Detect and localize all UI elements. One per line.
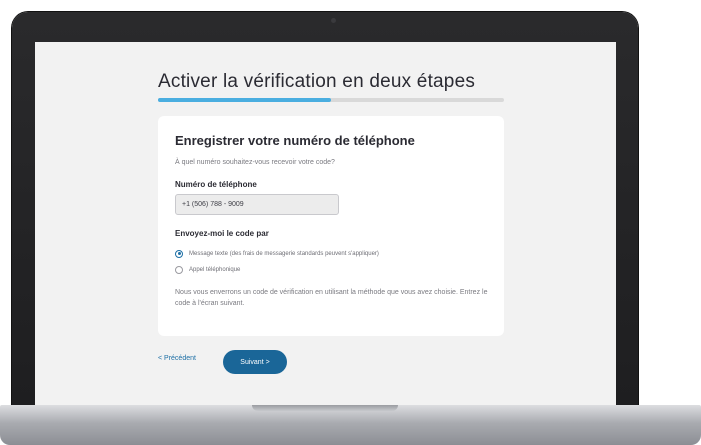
phone-input[interactable] [175,194,339,215]
card-question: À quel numéro souhaitez-vous recevoir vo… [175,159,335,166]
radio-label-phone-call: Appel téléphonique [189,266,241,273]
phone-card: Enregistrer votre numéro de téléphone À … [158,116,504,336]
info-text: Nous vous enverrons un code de vérificat… [175,289,488,307]
laptop-base [0,405,701,445]
page-title: Activer la vérification en deux étapes [158,71,476,92]
radio-label-text-message: Message texte (des frais de messagerie s… [189,250,379,257]
progress-bar [158,98,504,102]
screen: Activer la vérification en deux étapes E… [35,42,616,405]
radio-checked-icon[interactable] [175,249,183,258]
camera-icon [331,18,336,23]
send-method-label: Envoyez-moi le code par [175,229,269,238]
next-button[interactable]: Suivant > [223,350,287,374]
radio-option-text-message[interactable]: Message texte (des frais de messagerie s… [175,248,379,259]
laptop-notch [252,405,398,411]
previous-link[interactable]: < Précédent [158,355,196,362]
phone-label: Numéro de téléphone [175,180,257,189]
radio-unchecked-icon[interactable] [175,265,183,274]
progress-fill [158,98,331,102]
card-title: Enregistrer votre numéro de téléphone [175,133,415,148]
radio-option-phone-call[interactable]: Appel téléphonique [175,264,240,275]
